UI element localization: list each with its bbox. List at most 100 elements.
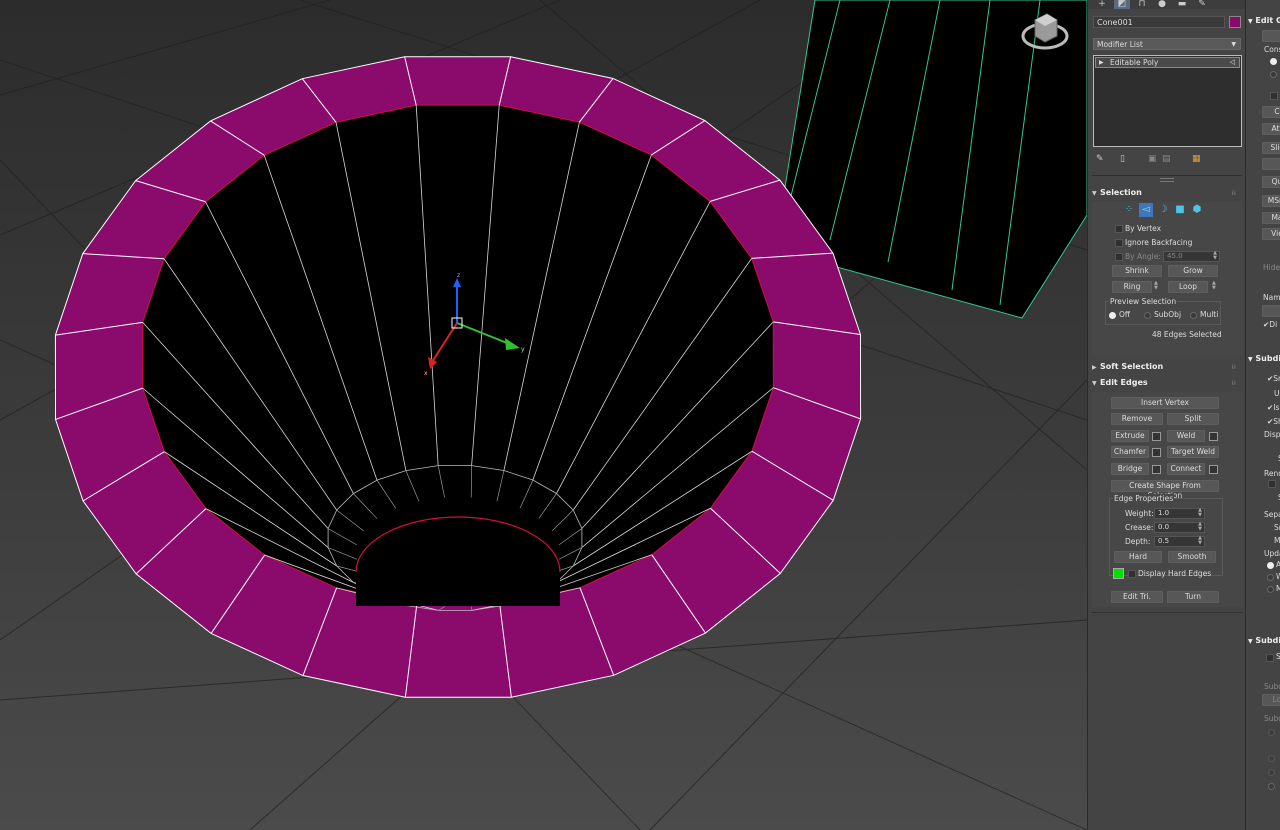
smooth-result-checkbox[interactable]: ✔Sm	[1267, 374, 1280, 383]
modifier-list-dropdown[interactable]: Modifier List ▼	[1093, 38, 1241, 50]
make-unique-icon[interactable]: ▣	[1148, 154, 1157, 164]
subdivision-displacement-checkbox[interactable]	[1266, 654, 1274, 662]
ring-button[interactable]: Ring	[1112, 281, 1152, 293]
preview-multi-radio[interactable]	[1190, 312, 1197, 319]
rollout-pin-icon[interactable]: ⁞⁞	[1231, 190, 1236, 197]
hard-edge-color-swatch[interactable]	[1113, 568, 1124, 579]
turn-button[interactable]: Turn	[1167, 591, 1219, 603]
grow-button[interactable]: Grow	[1168, 265, 1218, 277]
rollout-pin-icon[interactable]: ⁞⁞	[1231, 380, 1236, 387]
method-spatial-curvature-radio[interactable]	[1268, 783, 1275, 790]
isoline-display-checkbox[interactable]: ✔Is	[1267, 403, 1279, 412]
edit-geometry-rollout-header[interactable]: ▼ Edit G	[1248, 16, 1280, 25]
vertex-subobject-icon[interactable]: ⁘	[1122, 203, 1136, 217]
border-subobject-icon[interactable]: ☽	[1156, 203, 1170, 217]
motion-icon[interactable]: ●	[1154, 0, 1170, 9]
method-spatial-radio[interactable]	[1268, 755, 1275, 762]
depth-spinner[interactable]: 0.5 ▲ ▼	[1154, 536, 1205, 547]
display-hard-edges-checkbox[interactable]	[1128, 570, 1136, 578]
repeat-last-button[interactable]	[1262, 30, 1280, 42]
update-when-rendering-radio[interactable]	[1267, 574, 1274, 581]
hide-selected-label[interactable]: Hide	[1263, 263, 1280, 272]
copy-named-selection-button[interactable]	[1262, 305, 1280, 317]
object-name-field[interactable]: Cone001	[1093, 16, 1225, 28]
by-angle-checkbox[interactable]	[1115, 253, 1123, 261]
spinner-arrows-icon[interactable]: ▲ ▼	[1198, 508, 1202, 518]
loop-spinner-icon[interactable]: ▲ ▼	[1212, 281, 1216, 291]
subdivision-displacement-rollout-header[interactable]: ▼ Subdi	[1248, 636, 1280, 645]
modify-icon[interactable]: ◩	[1114, 0, 1130, 9]
split-button[interactable]: Split	[1167, 413, 1219, 425]
ignore-backfacing-checkbox[interactable]	[1115, 239, 1123, 247]
msmooth-button[interactable]: MSm	[1262, 195, 1280, 207]
pin-stack-icon[interactable]: ✎	[1096, 154, 1104, 164]
resize-handle[interactable]	[1160, 178, 1174, 182]
by-angle-spinner[interactable]: 45.0 ▲ ▼	[1163, 251, 1220, 262]
soft-selection-rollout-header[interactable]: ▶ Soft Selection ⁞⁞	[1092, 362, 1242, 376]
create-shape-button[interactable]: Create Shape From Selection	[1111, 480, 1219, 500]
subdivision-surface-rollout-header[interactable]: ▼ Subdi	[1248, 354, 1280, 363]
chamfer-button[interactable]: Chamfer	[1111, 446, 1149, 458]
method-regular-radio[interactable]	[1268, 729, 1275, 736]
shrink-button[interactable]: Shrink	[1112, 265, 1162, 277]
create-icon[interactable]: +	[1094, 0, 1110, 9]
selection-rollout-header[interactable]: ▼ Selection ⁞⁞	[1092, 188, 1242, 202]
delete-isolated-checkbox[interactable]: ✔Di	[1263, 320, 1277, 329]
constraint-none-radio[interactable]	[1270, 58, 1277, 65]
chamfer-settings-icon[interactable]	[1152, 448, 1161, 457]
bridge-button[interactable]: Bridge	[1111, 463, 1149, 475]
light-bulb-icon[interactable]: ◁	[1230, 58, 1235, 67]
element-subobject-icon[interactable]: ⬢	[1190, 203, 1204, 217]
show-cage-checkbox[interactable]: ✔Sh	[1267, 417, 1280, 426]
connect-button[interactable]: Connect	[1167, 463, 1205, 475]
target-weld-button[interactable]: Target Weld	[1167, 446, 1219, 458]
perspective-viewport[interactable]: z y x	[0, 0, 1087, 830]
spinner-arrows-icon[interactable]: ▲ ▼	[1198, 536, 1202, 546]
update-always-radio[interactable]	[1267, 562, 1274, 569]
weld-button[interactable]: Weld	[1167, 430, 1205, 442]
make-planar-button[interactable]: Ma	[1262, 212, 1280, 224]
view-align-button[interactable]: Vie	[1262, 228, 1280, 240]
weight-spinner[interactable]: 1.0 ▲ ▼	[1154, 508, 1205, 519]
remove-modifier-icon[interactable]: ▤	[1162, 154, 1171, 164]
weld-settings-icon[interactable]	[1209, 432, 1218, 441]
attach-button[interactable]: Att	[1262, 123, 1280, 135]
update-manually-radio[interactable]	[1267, 586, 1274, 593]
connect-settings-icon[interactable]	[1209, 465, 1218, 474]
show-end-result-icon[interactable]: ▯	[1120, 154, 1125, 164]
expand-icon[interactable]: ▶	[1099, 58, 1104, 67]
hierarchy-icon[interactable]: ⊓	[1134, 0, 1150, 9]
extrude-button[interactable]: Extrude	[1111, 430, 1149, 442]
display-icon[interactable]: ▬	[1174, 0, 1190, 9]
configure-modifier-sets-icon[interactable]: ▦	[1192, 154, 1201, 164]
slice-plane-button[interactable]: Slic	[1262, 142, 1280, 154]
utilities-icon[interactable]: ✎	[1194, 0, 1210, 9]
edge-subobject-icon[interactable]: ◅	[1139, 203, 1153, 217]
method-curvature-radio[interactable]	[1268, 769, 1275, 776]
ring-spinner-icon[interactable]: ▲ ▼	[1154, 281, 1158, 291]
spinner-arrows-icon[interactable]: ▲ ▼	[1198, 522, 1202, 532]
extrude-settings-icon[interactable]	[1152, 432, 1161, 441]
slice-button[interactable]	[1262, 158, 1280, 170]
preview-subobj-radio[interactable]	[1144, 312, 1151, 319]
render-iterations-checkbox[interactable]	[1268, 480, 1276, 488]
preview-off-radio[interactable]	[1109, 312, 1116, 319]
low-preset-button[interactable]: Lo	[1262, 694, 1280, 706]
polygon-subobject-icon[interactable]: ■	[1173, 203, 1187, 217]
modifier-stack[interactable]: ▶ Editable Poly ◁	[1093, 55, 1242, 147]
hard-button[interactable]: Hard	[1114, 551, 1162, 563]
loop-button[interactable]: Loop	[1168, 281, 1208, 293]
by-vertex-checkbox[interactable]	[1115, 225, 1123, 233]
materials-label[interactable]: M	[1274, 536, 1280, 545]
use-nurms-label[interactable]: Us	[1274, 389, 1280, 398]
smooth-button[interactable]: Smooth	[1168, 551, 1216, 563]
edit-edges-rollout-header[interactable]: ▼ Edit Edges ⁞⁞	[1092, 378, 1242, 392]
stack-item-editable-poly[interactable]: ▶ Editable Poly ◁	[1095, 57, 1240, 68]
create-button[interactable]: C	[1262, 106, 1280, 118]
object-color-swatch[interactable]	[1229, 16, 1241, 28]
insert-vertex-button[interactable]: Insert Vertex	[1111, 397, 1219, 409]
smoothing-groups-label[interactable]: Sm	[1274, 523, 1280, 532]
rollout-pin-icon[interactable]: ⁞⁞	[1231, 364, 1236, 371]
spinner-arrows-icon[interactable]: ▲ ▼	[1213, 251, 1217, 261]
crease-spinner[interactable]: 0.0 ▲ ▼	[1154, 522, 1205, 533]
